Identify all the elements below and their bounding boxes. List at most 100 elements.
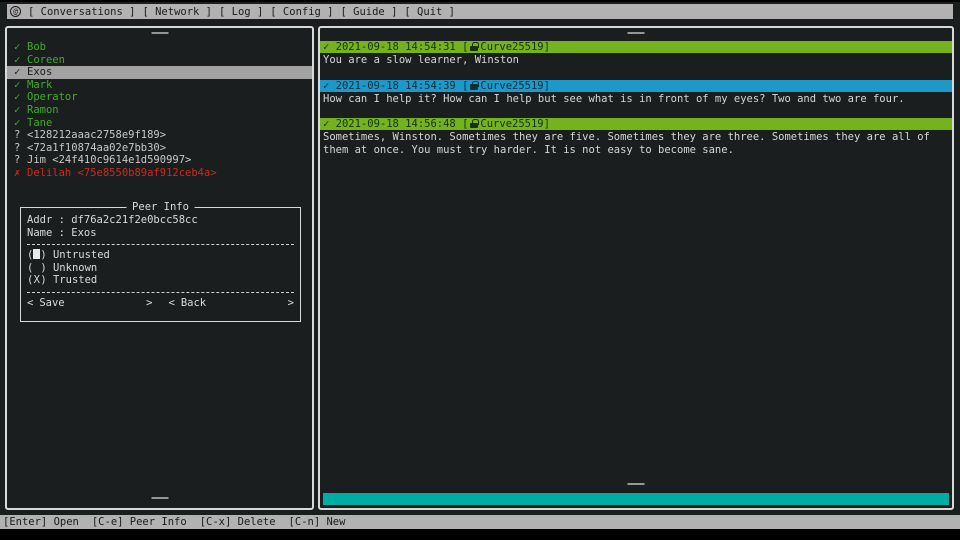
menu-item-config[interactable]: [ Config ] xyxy=(270,6,333,18)
separator xyxy=(27,292,294,293)
save-button[interactable]: < Save > xyxy=(27,297,153,310)
trust-marker-icon: ? xyxy=(14,142,27,155)
message-encryption: Curve25519] xyxy=(480,118,550,130)
message-header: ✓ 2021-09-18 14:54:39 [ Curve25519] xyxy=(320,80,952,92)
contact-label: Ramon xyxy=(27,104,59,116)
contact-list: ✓Bob✓Coreen✓Exos✓Mark✓Operator✓Ramon✓Tan… xyxy=(7,41,312,180)
button-label: Save xyxy=(39,297,64,310)
contact-label: <128212aaac2758e9f189> xyxy=(27,129,166,141)
message-timestamp: ✓ 2021-09-18 14:56:48 [ xyxy=(323,118,468,130)
trust-option-label: Untrusted xyxy=(53,249,110,261)
trust-marker-icon: ✓ xyxy=(14,104,27,117)
radio-open: ( xyxy=(27,262,33,274)
padlock-icon xyxy=(469,42,479,51)
contact-label: <72a1f10874aa02e7bb30> xyxy=(27,142,166,154)
dialog-buttons: < Save > < Back > xyxy=(27,297,294,310)
trust-marker-icon: ✗ xyxy=(14,167,27,180)
contact-row[interactable]: ✓Coreen xyxy=(7,54,312,67)
chat-message: ✓ 2021-09-18 14:54:31 [ Curve25519]You ar… xyxy=(320,41,952,67)
trust-option-unknown[interactable]: ( ) Unknown xyxy=(27,262,294,275)
scroll-indicator-icon xyxy=(628,483,645,485)
chat-message: ✓ 2021-09-18 14:54:39 [ Curve25519]How ca… xyxy=(320,80,952,106)
menu-bar: @ [ Conversations ][ Network ][ Log ][ C… xyxy=(7,4,953,19)
status-bar: [Enter] Open [C-e] Peer Info [C-x] Delete [… xyxy=(0,515,960,529)
left-arrow-icon: < xyxy=(169,297,175,310)
trust-marker-icon: ✓ xyxy=(14,91,27,104)
contact-label: Mark xyxy=(27,79,52,91)
contact-row[interactable]: ?Jim <24f410c9614e1d590997> xyxy=(7,154,312,167)
menu-item-guide[interactable]: [ Guide ] xyxy=(341,6,398,18)
radio-close: ) xyxy=(40,262,53,274)
contact-label: Delilah <75e8550b89af912ceb4a> xyxy=(27,167,217,179)
trust-marker-icon: ✓ xyxy=(14,79,27,92)
contact-row[interactable]: ?<128212aaac2758e9f189> xyxy=(7,129,312,142)
trust-marker-icon: ✓ xyxy=(14,117,27,130)
right-arrow-icon: > xyxy=(288,297,294,310)
trust-option-label: Unknown xyxy=(53,262,97,274)
trust-marker-icon: ✓ xyxy=(14,54,27,67)
contact-row[interactable]: ✗Delilah <75e8550b89af912ceb4a> xyxy=(7,167,312,180)
message-encryption: Curve25519] xyxy=(480,80,550,92)
message-timestamp: ✓ 2021-09-18 14:54:39 [ xyxy=(323,80,468,92)
padlock-icon xyxy=(469,119,479,128)
menu-item-quit[interactable]: [ Quit ] xyxy=(404,6,455,18)
contact-label: Exos xyxy=(27,66,52,78)
padlock-icon xyxy=(469,81,479,90)
peer-name-line: Name : Exos xyxy=(27,227,294,240)
scroll-indicator-icon xyxy=(151,32,168,34)
peer-info-title: Peer Info xyxy=(126,201,195,213)
menu-item-conversations[interactable]: [ Conversations ] xyxy=(28,6,135,18)
scroll-indicator-icon xyxy=(628,32,645,34)
message-text: You are a slow learner, Winston xyxy=(320,53,952,67)
keybind-hint-delete: [C-x] Delete xyxy=(200,516,276,528)
contact-row[interactable]: ✓Mark xyxy=(7,79,312,92)
contact-row[interactable]: ✓Operator xyxy=(7,91,312,104)
separator xyxy=(27,244,294,245)
menu-item-network[interactable]: [ Network ] xyxy=(142,6,212,18)
trust-option-label: Trusted xyxy=(53,274,97,286)
right-arrow-icon: > xyxy=(146,297,152,310)
back-button[interactable]: < Back > xyxy=(169,297,295,310)
trust-option-trusted[interactable]: (X) Trusted xyxy=(27,274,294,287)
peer-info-dialog: Peer Info Addr : df76a2c21f2e0bcc58cc Na… xyxy=(20,207,301,322)
message-header: ✓ 2021-09-18 14:56:48 [ Curve25519] xyxy=(320,118,952,130)
contact-row[interactable]: ✓Exos xyxy=(7,66,312,79)
contact-row[interactable]: ✓Bob xyxy=(7,41,312,54)
button-spacer xyxy=(65,297,147,310)
message-header: ✓ 2021-09-18 14:54:31 [ Curve25519] xyxy=(320,41,952,53)
chat-message: ✓ 2021-09-18 14:56:48 [ Curve25519]Someti… xyxy=(320,118,952,156)
trust-option-untrusted[interactable]: ( ) Untrusted xyxy=(27,249,294,262)
app-logo-icon: @ xyxy=(10,6,21,17)
contact-row[interactable]: ✓Tane xyxy=(7,117,312,130)
chat-panel: ✓ 2021-09-18 14:54:31 [Curve25519]You ar… xyxy=(318,26,954,510)
radio-close: ) xyxy=(40,249,53,261)
message-timestamp: ✓ 2021-09-18 14:54:31 [ xyxy=(323,41,468,53)
peer-addr-line: Addr : df76a2c21f2e0bcc58cc xyxy=(27,214,294,227)
message-list: ✓ 2021-09-18 14:54:31 [Curve25519]You ar… xyxy=(320,41,952,169)
contacts-panel: ✓Bob✓Coreen✓Exos✓Mark✓Operator✓Ramon✓Tan… xyxy=(5,26,314,510)
keybind-hint-open: [Enter] Open xyxy=(3,516,79,528)
message-text: How can I help it? How can I help but se… xyxy=(320,92,952,106)
contact-row[interactable]: ✓Ramon xyxy=(7,104,312,117)
menu-bar-items: [ Conversations ] [ Network ] [ Log ] [ Con… xyxy=(28,6,455,18)
contact-label: Bob xyxy=(27,41,46,53)
message-encryption: Curve25519] xyxy=(480,41,550,53)
contact-label: Tane xyxy=(27,117,52,129)
menu-item-log[interactable]: [ Log ] xyxy=(219,6,263,18)
button-spacer xyxy=(206,297,288,310)
trust-marker-icon: ? xyxy=(14,154,27,167)
message-input[interactable] xyxy=(323,493,949,505)
contact-row[interactable]: ?<72a1f10874aa02e7bb30> xyxy=(7,142,312,155)
button-label: Back xyxy=(181,297,206,310)
trust-marker-icon: ? xyxy=(14,129,27,142)
message-text: Sometimes, Winston. Sometimes they are f… xyxy=(320,130,952,156)
contact-label: Jim <24f410c9614e1d590997> xyxy=(27,154,191,166)
keybind-hint-peer-info: [C-e] Peer Info xyxy=(92,516,187,528)
trust-options: ( ) Untrusted( ) Unknown(X) Trusted xyxy=(27,249,294,287)
left-arrow-icon: < xyxy=(27,297,33,310)
scroll-indicator-icon xyxy=(151,497,168,499)
trust-marker-icon: ✓ xyxy=(14,66,27,79)
radio-close: ) xyxy=(40,274,53,286)
contact-label: Coreen xyxy=(27,54,65,66)
keybind-hint-new: [C-n] New xyxy=(289,516,346,528)
